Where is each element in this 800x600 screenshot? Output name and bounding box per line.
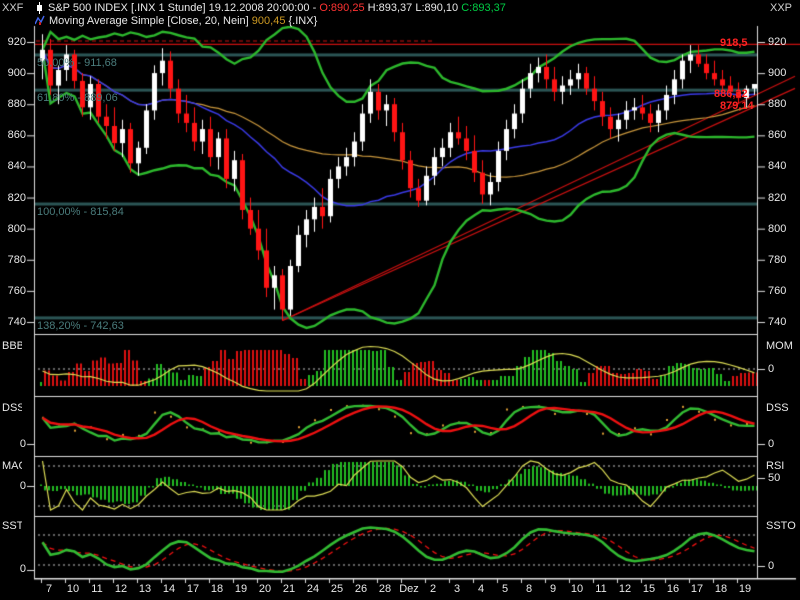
fib-label-50: 50,00% - 911,68 [37, 57, 117, 69]
y-axis-label: 900 [768, 67, 800, 79]
chart-canvas[interactable] [0, 0, 800, 600]
trading-chart-window: { "window": { "corner_left": "XXF", "cor… [0, 0, 800, 600]
panel4-right-label: SSTO [766, 520, 796, 532]
corner-label-left[interactable]: XXF [2, 2, 23, 14]
y-axis-label: 780 [0, 254, 26, 266]
y-axis-label: 920 [768, 36, 800, 48]
price-callout-trend2: 879,14 [720, 100, 754, 112]
price-callout-trend1: 886,32 [714, 88, 748, 100]
title-text: S&P 500 INDEX [.INX 1 Stunde] 19.12.2008… [48, 2, 506, 14]
panel2-left-label: DSS [2, 402, 22, 414]
y-axis-label: 860 [0, 129, 26, 141]
y-axis-label: 820 [768, 192, 800, 204]
y-axis-label: 880 [0, 98, 26, 110]
panel4-left-tick: 0 [2, 563, 26, 575]
open-value: O:890,25 [319, 2, 364, 14]
price-callout-resistance: 918,5 [720, 37, 748, 49]
corner-label-right[interactable]: XXP [770, 2, 792, 14]
y-axis-label: 840 [0, 160, 26, 172]
panel3-right-label: RSI [766, 460, 796, 472]
panel4-right-tick: 0 [768, 560, 774, 572]
y-axis-label: 760 [768, 285, 800, 297]
y-axis-label: 740 [768, 316, 800, 328]
panel3-left-label: MAC [2, 460, 22, 472]
y-axis-label: 900 [0, 67, 26, 79]
y-axis-label: 800 [0, 223, 26, 235]
y-axis-label: 920 [0, 36, 26, 48]
moving-average-icon [35, 15, 45, 26]
candlestick-icon [35, 2, 44, 14]
panel3-left-tick: 0 [2, 480, 26, 492]
panel3-right-tick: 50 [768, 472, 780, 484]
y-axis-label: 760 [0, 285, 26, 297]
y-axis-label: 840 [768, 160, 800, 172]
y-axis-label: 880 [768, 98, 800, 110]
fib-label-138-2: 138,20% - 742,63 [37, 320, 124, 332]
panel1-right-label: MOM [766, 340, 796, 352]
panel1-left-label: BBB [2, 340, 22, 352]
chart-title-line1: S&P 500 INDEX [.INX 1 Stunde] 19.12.2008… [35, 1, 506, 14]
fib-label-100: 100,00% - 815,84 [37, 206, 124, 218]
fib-label-61-8: 61,80% - 889,06 [37, 92, 118, 104]
y-axis-label: 820 [0, 192, 26, 204]
y-axis-label: 780 [768, 254, 800, 266]
y-axis-label: 800 [768, 223, 800, 235]
chart-title-line2: Moving Average Simple [Close, 20, Nein] … [35, 14, 317, 27]
panel4-left-label: SST [2, 520, 22, 532]
panel2-right-tick: 0 [768, 438, 774, 450]
indicator-value: 900,45 [252, 15, 286, 27]
panel1-right-tick: 0 [768, 363, 774, 375]
indicator-text: Moving Average Simple [Close, 20, Nein] … [49, 15, 317, 27]
y-axis-label: 740 [0, 316, 26, 328]
x-axis-label: 19 [730, 583, 760, 595]
y-axis-label: 860 [768, 129, 800, 141]
close-value: C:893,37 [461, 2, 506, 14]
panel2-right-label: DSS [766, 402, 796, 414]
panel2-left-tick: 0 [2, 438, 26, 450]
